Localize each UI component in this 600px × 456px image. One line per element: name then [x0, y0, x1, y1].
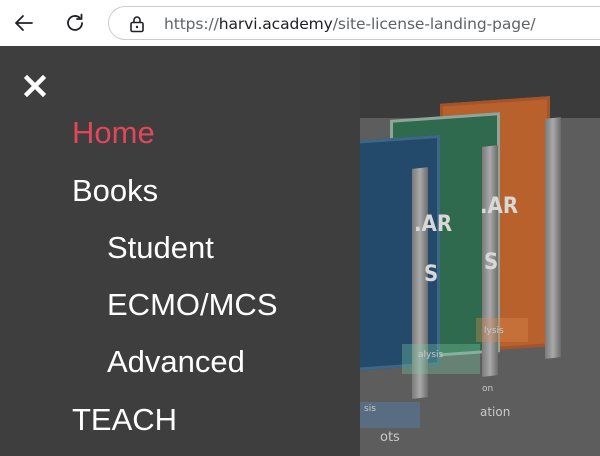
book-cover-text: S	[484, 250, 499, 275]
book-cover-small-text: sis	[364, 404, 376, 414]
side-navigation-menu: Home Books Student ECMO/MCS Advanced TEA…	[0, 46, 360, 456]
book-cover-text: .AR	[414, 212, 453, 237]
book-spine	[545, 117, 561, 359]
book-cover-small-text: on	[482, 384, 494, 394]
url-host: harvi.academy	[218, 15, 333, 33]
close-icon	[24, 75, 46, 97]
address-bar[interactable]: https://harvi.academy/site-license-landi…	[108, 6, 600, 40]
menu-item-student[interactable]: Student	[107, 230, 214, 266]
back-arrow-icon	[15, 15, 33, 31]
menu-item-advanced[interactable]: Advanced	[107, 344, 245, 380]
back-button[interactable]	[9, 8, 39, 38]
browser-toolbar: https://harvi.academy/site-license-landi…	[0, 0, 600, 46]
reload-button[interactable]	[60, 8, 90, 38]
url-path: /site-license-landing-page/	[332, 15, 536, 33]
site-info-button[interactable]	[129, 15, 145, 33]
menu-item-books[interactable]: Books	[72, 173, 158, 209]
url-scheme: https://	[164, 15, 219, 33]
menu-item-home[interactable]: Home	[72, 115, 155, 151]
lock-icon	[130, 16, 144, 33]
book-cover-small-text: alysis	[418, 350, 444, 360]
book-cover-small-text: lysis	[484, 326, 504, 336]
close-menu-button[interactable]	[22, 73, 48, 99]
book-cover-text: .AR	[480, 194, 519, 219]
book-cover-small-text: ation	[480, 405, 511, 419]
url-text[interactable]: https://harvi.academy/site-license-landi…	[164, 14, 536, 34]
book-cover-small-text: ots	[380, 430, 400, 445]
reload-icon	[67, 13, 83, 31]
menu-item-ecmo-mcs[interactable]: ECMO/MCS	[107, 287, 278, 323]
book-cover-text: S	[424, 262, 439, 287]
menu-item-teach[interactable]: TEACH	[72, 402, 177, 438]
